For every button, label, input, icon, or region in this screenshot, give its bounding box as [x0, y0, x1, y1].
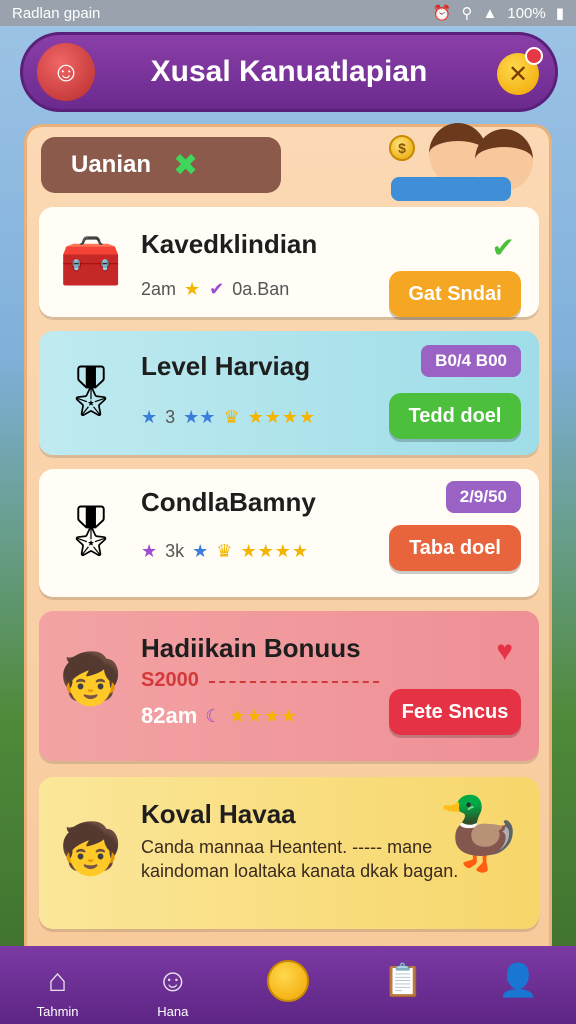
meta-left: 3: [165, 407, 176, 427]
bonus-button[interactable]: Fete Sncus: [389, 689, 521, 735]
card-meta: 2am ★ ✔ 0a.Ban: [141, 279, 289, 300]
tasks-panel: Uanian ✖ $ 🧰 Kavedklindian 2am ★ ✔ 0a.Ba…: [24, 123, 552, 1024]
bottom-nav: ⌂ Tahmin ☺ Hana 📋 👤: [0, 946, 576, 1024]
meta-left: 3k: [165, 541, 185, 561]
nav-label: Hana: [157, 1004, 189, 1019]
notification-dot: [525, 47, 543, 65]
task-card-battle: 🎖 CondlaBamny ★ 3k ★ ♛ ★★★★ 2/9/50 Taba …: [39, 469, 539, 597]
nav-label: Tahmin: [36, 1004, 79, 1019]
gift-box-icon: [391, 177, 511, 201]
alarm-icon: ⏰: [432, 5, 452, 22]
card-description: Canda mannaa Heantent. ----- mane kaindo…: [141, 837, 459, 881]
carrier-label: Radlan gpain: [12, 4, 101, 22]
character-coin-icon: 🧒: [59, 820, 123, 877]
card-title: Kavedklindian: [141, 229, 318, 259]
nav-emote[interactable]: ☺ Hana: [128, 960, 218, 1019]
bonus-amount: S2000: [141, 669, 199, 691]
close-icon: ✕: [507, 60, 529, 88]
close-button[interactable]: ✕: [497, 47, 543, 95]
progress-badge: B0/4 B00: [421, 345, 521, 377]
check-circle-icon: ✔: [209, 279, 225, 299]
card-title: Level Harviag: [141, 351, 311, 381]
claim-button[interactable]: Gat Sndai: [389, 271, 521, 317]
meta-left: 82am: [141, 703, 198, 728]
divider: [209, 681, 379, 683]
nav-tasks[interactable]: 📋: [358, 960, 448, 1000]
toy-duck-icon: 🦆: [436, 794, 524, 872]
star-icon: ★: [141, 407, 158, 427]
task-card-chest: 🧰 Kavedklindian 2am ★ ✔ 0a.Ban ✔ Gat Snd…: [39, 207, 539, 317]
tab-label: Uanian: [71, 151, 152, 178]
coin-icon: $: [389, 135, 415, 161]
card-title: Koval Havaa: [141, 799, 296, 829]
progress-badge: 2/9/50: [445, 481, 521, 513]
task-card-bonus: 🧒 Hadiikain Bonuus S2000 82am ☾ ★★★★ ♥ F…: [39, 611, 539, 761]
mascot-icon: ☺: [37, 43, 95, 101]
character-icon: 🧒: [59, 650, 123, 707]
task-card-level: 🎖 Level Harviag ★ 3 ★★ ♛ ★★★★ B0/4 B00 T…: [39, 331, 539, 455]
trophy-icon: ♛: [216, 541, 233, 561]
nav-home[interactable]: ⌂ Tahmin: [13, 960, 103, 1019]
checkmark-icon: ✔: [491, 232, 515, 263]
tab-selector[interactable]: Uanian ✖: [41, 137, 281, 193]
card-title: CondlaBamny: [141, 487, 316, 517]
star-icon: ★★: [183, 407, 216, 427]
friends-illustration: $: [371, 113, 541, 205]
trophy-icon: ♛: [223, 407, 240, 427]
star-rating: ★★★★: [240, 541, 309, 561]
nav-profile[interactable]: 👤: [473, 960, 563, 1000]
star-icon: ★: [141, 541, 158, 561]
nav-coins[interactable]: [243, 960, 333, 1002]
status-bar: Radlan gpain ⏰ ⚲ ▲ 100% ▮: [0, 0, 576, 26]
page-title: Xusal Kanuatlapian: [150, 55, 428, 88]
signal-icon: ▲: [482, 4, 498, 22]
task-card-reward: 🧒 Koval Havaa Canda mannaa Heantent. ---…: [39, 777, 539, 929]
wifi-icon: ⚲: [461, 5, 473, 22]
treasure-chest-icon: 🧰: [59, 232, 123, 289]
card-meta: ★ 3k ★ ♛ ★★★★: [141, 541, 309, 562]
card-title: Hadiikain Bonuus: [141, 633, 361, 663]
star-rating: ★★★★: [229, 705, 298, 726]
star-icon: ★: [184, 279, 202, 299]
take-button[interactable]: Taba doel: [389, 525, 521, 571]
coin-icon: [266, 960, 309, 1002]
heart-icon: ♥: [496, 635, 513, 666]
status-icons: ⏰ ⚲ ▲ 100% ▮: [432, 4, 564, 23]
home-icon: ⌂: [47, 962, 68, 998]
star-rating: ★★★★: [247, 407, 317, 427]
close-x-icon[interactable]: ✖: [173, 148, 198, 183]
battery-icon: ▮: [555, 5, 564, 22]
title-header: ☺ Xusal Kanuatlapian ✕: [20, 32, 558, 112]
profile-icon: 👤: [498, 962, 539, 998]
collect-button[interactable]: Tedd doel: [389, 393, 521, 439]
moon-icon: ☾: [205, 705, 222, 726]
card-meta: 82am ☾ ★★★★: [141, 703, 298, 729]
clipboard-icon: 📋: [383, 962, 424, 998]
battery-level: 100%: [507, 4, 546, 22]
card-meta: ★ 3 ★★ ♛ ★★★★: [141, 407, 316, 428]
meta-right: 0a.Ban: [232, 279, 290, 299]
medal-ribbon-icon: 🎖: [59, 502, 123, 559]
smiley-icon: ☺: [156, 962, 190, 998]
medal-ribbon-icon: 🎖: [59, 362, 123, 419]
star-icon: ★: [192, 541, 209, 561]
meta-left: 2am: [141, 279, 177, 299]
